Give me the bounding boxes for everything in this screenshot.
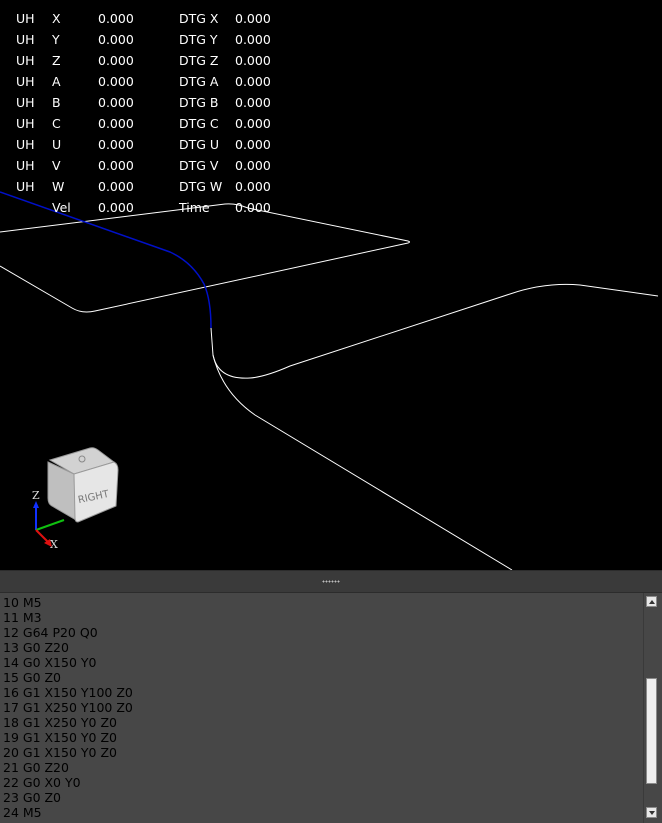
x-axis-label: X [50,538,58,551]
dro-prefix: UH [16,11,35,26]
dro-axis-label: A [52,74,61,89]
dro-row-y: UH Y 0.000 DTG Y 0.000 [0,29,300,50]
dro-axis-label: B [52,95,61,110]
dro-row-z: UH Z 0.000 DTG Z 0.000 [0,50,300,71]
dro-axis-label: C [52,116,61,131]
dro-dtg-label: DTG V [179,158,219,173]
feed-path-lower-edge [212,354,513,570]
gcode-listing-panel[interactable]: 10 M5 11 M3 12 G64 P20 Q0 13 G0 Z20 14 G0 X1… [0,593,662,823]
gcode-line[interactable]: 11 M3 [0,610,640,625]
gcode-line[interactable]: 10 M5 [0,595,640,610]
dro-axis-label: Z [52,53,61,68]
gcode-list: 10 M5 11 M3 12 G64 P20 Q0 13 G0 Z20 14 G0 X1… [0,595,640,820]
dro-dtg-value: 0.000 [235,11,271,26]
z-axis-label: Z [32,489,40,502]
gcode-line[interactable]: 24 M5 [0,805,640,820]
dro-axis-label: Y [52,32,60,47]
dro-prefix: UH [16,137,35,152]
dro-axis-value: 0.000 [98,137,134,152]
scroll-down-arrow-icon[interactable] [646,807,657,818]
dro-axis-value: 0.000 [98,179,134,194]
panel-splitter[interactable] [0,570,662,593]
gcode-line[interactable]: 22 G0 X0 Y0 [0,775,640,790]
dro-row-vel-time: Vel 0.000 Time 0.000 [0,197,300,218]
dro-prefix: UH [16,158,35,173]
gcode-scrollbar[interactable] [643,593,660,823]
dro-dtg-value: 0.000 [235,95,271,110]
gcode-line[interactable]: 17 G1 X250 Y100 Z0 [0,700,640,715]
gcode-line[interactable]: 14 G0 X150 Y0 [0,655,640,670]
dro-row-b: UH B 0.000 DTG B 0.000 [0,92,300,113]
dro-prefix: UH [16,74,35,89]
dro-prefix: UH [16,95,35,110]
time-label: Time [179,200,210,215]
dro-dtg-label: DTG C [179,116,219,131]
dro-axis-label: W [52,179,65,194]
splitter-grip-icon[interactable] [322,580,340,583]
dro-axis-value: 0.000 [98,158,134,173]
scroll-up-arrow-icon[interactable] [646,596,657,607]
gcode-line[interactable]: 12 G64 P20 Q0 [0,625,640,640]
dro-row-c: UH C 0.000 DTG C 0.000 [0,113,300,134]
gcode-line[interactable]: 16 G1 X150 Y100 Z0 [0,685,640,700]
dro-dtg-value: 0.000 [235,158,271,173]
gcode-line[interactable]: 20 G1 X150 Y0 Z0 [0,745,640,760]
vel-value: 0.000 [98,200,134,215]
dro-axis-label: V [52,158,61,173]
gcode-line[interactable]: 13 G0 Z20 [0,640,640,655]
dro-axis-value: 0.000 [98,53,134,68]
dro-dtg-label: DTG Z [179,53,219,68]
feed-path-plunge-and-outline [210,283,659,379]
dro-row-v: UH V 0.000 DTG V 0.000 [0,155,300,176]
dro-row-w: UH W 0.000 DTG W 0.000 [0,176,300,197]
dro-axis-value: 0.000 [98,32,134,47]
time-value: 0.000 [235,200,271,215]
dro-prefix: UH [16,32,35,47]
dro-prefix: UH [16,116,35,131]
dro-prefix: UH [16,179,35,194]
dro-axis-value: 0.000 [98,116,134,131]
dro-axis-value: 0.000 [98,11,134,26]
view-cube[interactable]: RIGHT Z X [28,444,128,554]
dro-dtg-value: 0.000 [235,32,271,47]
feed-path-upper-square [0,203,410,313]
dro-axis-label: X [52,11,61,26]
z-axis-arrow [33,501,39,508]
dro-axis-value: 0.000 [98,74,134,89]
dro-axis-label: U [52,137,62,152]
dro-dtg-value: 0.000 [235,116,271,131]
gcode-line[interactable]: 21 G0 Z20 [0,760,640,775]
dro-dtg-label: DTG W [179,179,223,194]
dro-dtg-label: DTG Y [179,32,218,47]
dro-axis-value: 0.000 [98,95,134,110]
gcode-line[interactable]: 18 G1 X250 Y0 Z0 [0,715,640,730]
scrollbar-thumb[interactable] [646,678,657,784]
dro-dtg-label: DTG X [179,11,219,26]
3d-preview-viewport[interactable]: UH X 0.000 DTG X 0.000 UH Y 0.000 DTG Y 0.000 UH Z 0… [0,0,662,570]
vel-label: Vel [52,200,71,215]
x-axis-line [35,529,49,543]
y-axis-line [35,519,65,531]
dro-row-x: UH X 0.000 DTG X 0.000 [0,8,300,29]
dro-dtg-value: 0.000 [235,179,271,194]
dro-row-a: UH A 0.000 DTG A 0.000 [0,71,300,92]
dro-dtg-label: DTG U [179,137,220,152]
dro-prefix: UH [16,53,35,68]
dro-dtg-value: 0.000 [235,74,271,89]
gcode-line[interactable]: 19 G1 X150 Y0 Z0 [0,730,640,745]
dro-dtg-value: 0.000 [235,53,271,68]
dro-row-u: UH U 0.000 DTG U 0.000 [0,134,300,155]
dro-dtg-label: DTG A [179,74,219,89]
gcode-line[interactable]: 23 G0 Z0 [0,790,640,805]
dro-dtg-value: 0.000 [235,137,271,152]
gcode-line[interactable]: 15 G0 Z0 [0,670,640,685]
dro-dtg-label: DTG B [179,95,219,110]
